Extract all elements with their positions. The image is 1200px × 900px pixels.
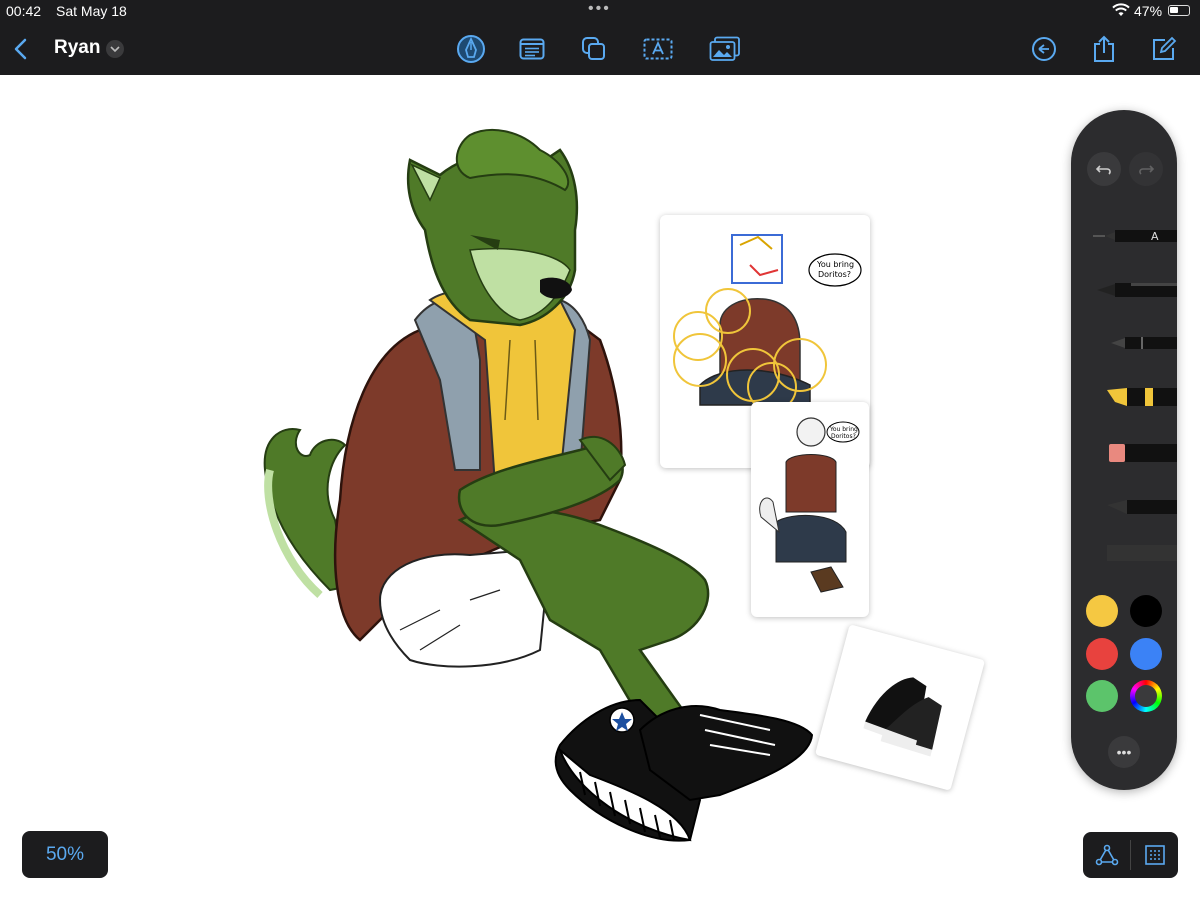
tool-set: A xyxy=(1093,230,1177,561)
shapes-icon xyxy=(582,37,605,60)
more-options-button[interactable]: ••• xyxy=(1108,736,1140,768)
text-box-button[interactable] xyxy=(641,32,675,66)
shapes-button[interactable] xyxy=(577,32,611,66)
eraser-icon xyxy=(1109,444,1177,462)
tool-palette: A ••• xyxy=(1071,110,1177,790)
wifi-icon xyxy=(1112,3,1130,20)
reference-bubble-1-line1: You bring xyxy=(816,260,854,269)
wolf-shorts xyxy=(378,548,547,668)
crayon-icon xyxy=(1107,500,1177,514)
top-toolbar: Ryan xyxy=(0,24,1200,75)
fineliner-pen-icon xyxy=(1097,283,1177,297)
color-yellow[interactable] xyxy=(1086,595,1118,627)
drawing-canvas[interactable]: You bring Doritos? You bring Doritos? xyxy=(0,75,1200,900)
battery-icon xyxy=(1168,5,1190,16)
lasso-icon xyxy=(1095,844,1118,866)
reference-bubble-2-line2: Doritos? xyxy=(831,433,856,440)
share-button[interactable] xyxy=(1087,32,1121,66)
image-button[interactable] xyxy=(708,32,742,66)
grid-icon xyxy=(1144,845,1165,865)
text-block-icon xyxy=(519,38,545,60)
highlighter-icon xyxy=(1107,388,1177,406)
history-button[interactable] xyxy=(1027,32,1061,66)
color-blue[interactable] xyxy=(1130,638,1162,670)
zoom-level-button[interactable]: 50% xyxy=(22,831,108,878)
color-green[interactable] xyxy=(1086,680,1118,712)
marker-pen-icon: A xyxy=(1093,230,1177,243)
redo-button[interactable] xyxy=(1129,152,1163,186)
compose-icon xyxy=(1153,36,1177,60)
status-date: Sat May 18 xyxy=(56,3,127,19)
chevron-down-icon xyxy=(110,46,120,53)
reference-image-2[interactable]: You bring Doritos? xyxy=(751,402,869,617)
pen-tool-icon xyxy=(457,35,485,63)
multitasking-dots[interactable]: ••• xyxy=(588,0,611,18)
undo-button[interactable] xyxy=(1087,152,1121,186)
color-red[interactable] xyxy=(1086,638,1118,670)
reference-drawing-2: You bring Doritos? xyxy=(759,417,860,593)
chevron-left-icon xyxy=(14,38,27,60)
pencil-icon xyxy=(1111,337,1177,349)
battery-percent: 47% xyxy=(1134,3,1163,19)
lasso-button[interactable] xyxy=(1083,832,1130,878)
history-icon xyxy=(1032,37,1056,61)
svg-text:A: A xyxy=(1151,230,1159,243)
document-title[interactable]: Ryan xyxy=(54,37,100,59)
text-box-icon xyxy=(643,38,673,60)
title-menu-button[interactable] xyxy=(106,40,124,58)
battery-fill xyxy=(1170,7,1178,13)
status-time: 00:42 xyxy=(6,3,42,19)
redo-icon xyxy=(1139,165,1155,175)
compose-button[interactable] xyxy=(1147,32,1181,66)
back-button[interactable] xyxy=(4,32,38,66)
reference-bubble-2-line1: You bring xyxy=(829,426,858,433)
color-black[interactable] xyxy=(1130,595,1162,627)
status-bar: 00:42 Sat May 18 ••• 47% xyxy=(0,0,1200,24)
text-block-button[interactable] xyxy=(515,32,549,66)
grid-button[interactable] xyxy=(1131,832,1178,878)
share-icon xyxy=(1094,35,1114,62)
image-icon xyxy=(709,36,740,61)
bottom-tools xyxy=(1083,832,1178,878)
pen-tool-button[interactable] xyxy=(454,32,488,66)
reference-bubble-1-line2: Doritos? xyxy=(818,270,851,279)
undo-icon xyxy=(1095,165,1111,175)
color-wheel-icon[interactable] xyxy=(1130,680,1162,712)
